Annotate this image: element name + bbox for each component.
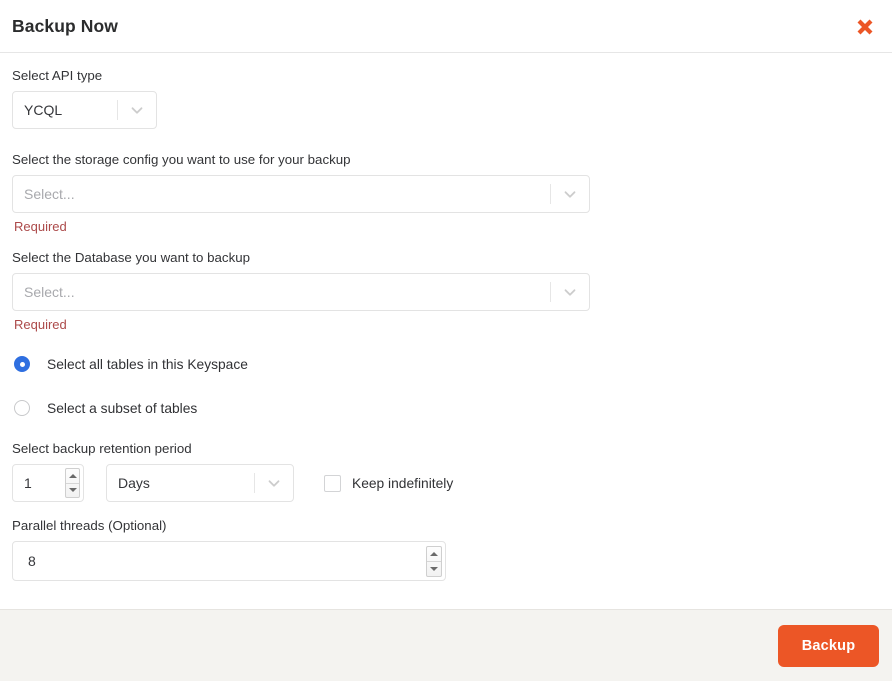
keep-indefinitely-checkbox[interactable] [324, 475, 341, 492]
dialog-footer: Backup [0, 609, 892, 681]
stepper-buttons[interactable] [426, 546, 442, 577]
stepper-buttons[interactable] [65, 468, 80, 498]
retention-row: 1 Days Keep indefinitely [12, 464, 880, 502]
api-type-label: Select API type [12, 67, 880, 85]
keep-indefinitely-label: Keep indefinitely [352, 476, 453, 491]
dialog-title: Backup Now [0, 16, 118, 37]
parallel-threads-group: Parallel threads (Optional) 8 [12, 517, 880, 581]
keep-indefinitely-checkbox-wrap[interactable]: Keep indefinitely [324, 475, 453, 492]
dialog-body: Select API type YCQL Select the storage … [0, 53, 892, 609]
chevron-down-icon[interactable] [551, 283, 589, 301]
chevron-down-icon[interactable] [551, 185, 589, 203]
chevron-down-icon[interactable] [255, 474, 293, 492]
retention-unit-value: Days [107, 475, 254, 491]
radio-option-all-tables[interactable]: Select all tables in this Keyspace [12, 354, 880, 374]
parallel-threads-label: Parallel threads (Optional) [12, 517, 880, 535]
backup-now-dialog: Backup Now Select API type YCQL Select t… [0, 0, 892, 681]
database-label: Select the Database you want to backup [12, 249, 880, 267]
retention-amount-stepper[interactable]: 1 [12, 464, 84, 502]
api-type-value: YCQL [13, 102, 117, 118]
backup-button[interactable]: Backup [778, 625, 879, 667]
storage-config-label: Select the storage config you want to us… [12, 151, 880, 169]
database-error: Required [14, 317, 880, 332]
retention-amount-value: 1 [13, 475, 32, 491]
database-group: Select the Database you want to backup S… [12, 249, 880, 332]
retention-unit-select[interactable]: Days [106, 464, 294, 502]
database-value: Select... [13, 284, 550, 300]
parallel-threads-value: 8 [13, 553, 36, 569]
dialog-header: Backup Now [0, 0, 892, 53]
storage-config-select[interactable]: Select... [12, 175, 590, 213]
triangle-down-icon[interactable] [66, 483, 79, 498]
radio-label-all-tables: Select all tables in this Keyspace [47, 357, 248, 372]
radio-label-subset-tables: Select a subset of tables [47, 401, 197, 416]
storage-config-value: Select... [13, 186, 550, 202]
triangle-up-icon[interactable] [66, 469, 79, 483]
parallel-threads-input[interactable]: 8 [12, 541, 446, 581]
retention-label: Select backup retention period [12, 440, 880, 458]
radio-unselected-icon[interactable] [14, 400, 30, 416]
table-scope-radio-group: Select all tables in this Keyspace Selec… [12, 354, 880, 418]
storage-config-error: Required [14, 219, 880, 234]
radio-option-subset-tables[interactable]: Select a subset of tables [12, 398, 880, 418]
triangle-down-icon[interactable] [427, 561, 441, 576]
api-type-group: Select API type YCQL [12, 67, 880, 129]
database-select[interactable]: Select... [12, 273, 590, 311]
close-x-icon [854, 16, 876, 38]
triangle-up-icon[interactable] [427, 547, 441, 561]
radio-selected-icon[interactable] [14, 356, 30, 372]
api-type-select[interactable]: YCQL [12, 91, 157, 129]
storage-config-group: Select the storage config you want to us… [12, 151, 880, 234]
close-icon[interactable] [851, 13, 879, 41]
chevron-down-icon[interactable] [118, 101, 156, 119]
retention-group: Select backup retention period 1 Days [12, 440, 880, 502]
